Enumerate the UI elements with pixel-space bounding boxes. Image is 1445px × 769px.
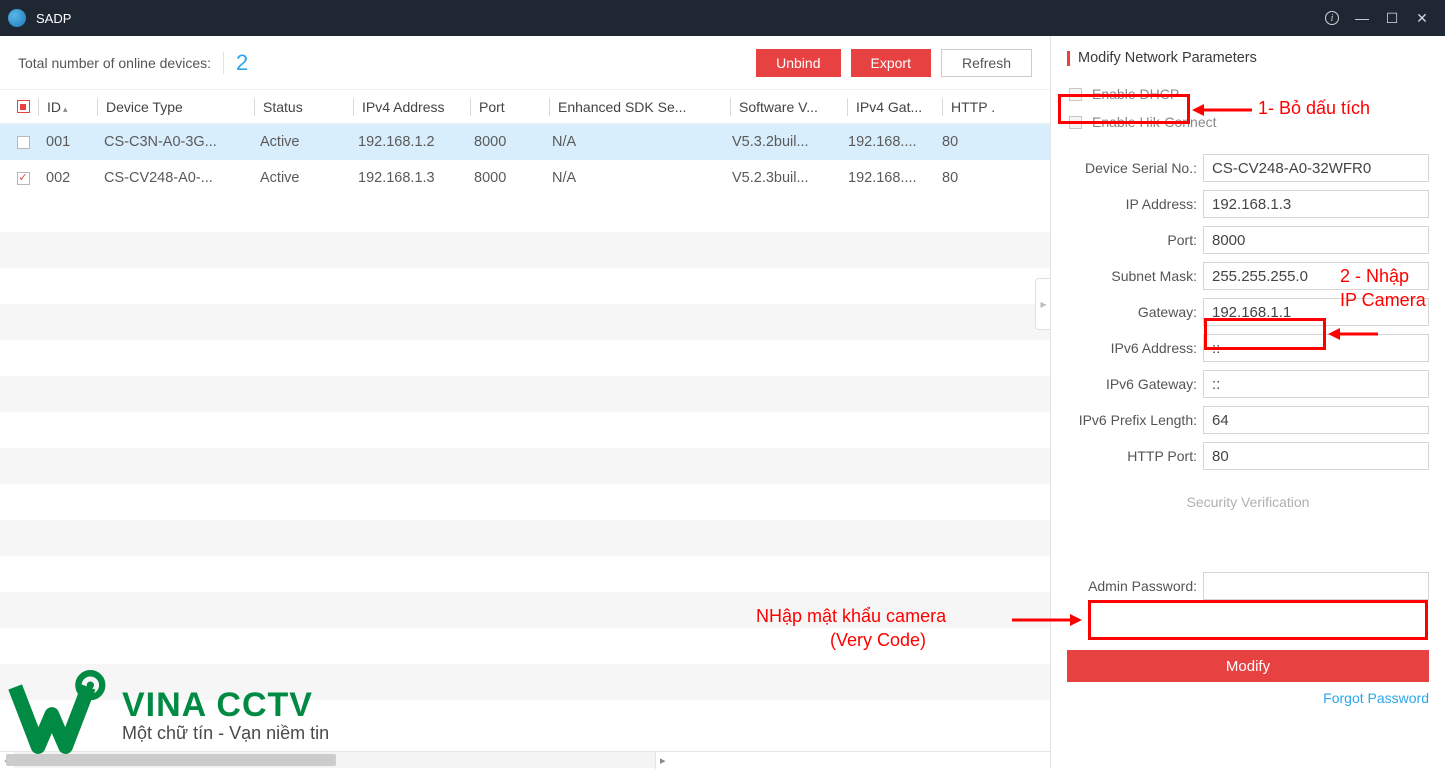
http-input[interactable] (1203, 442, 1429, 470)
serial-input[interactable] (1203, 154, 1429, 182)
total-devices-label: Total number of online devices: (18, 55, 211, 71)
titlebar: SADP i — ☐ ✕ (0, 0, 1445, 36)
ipv6-label: IPv6 Address: (1067, 340, 1203, 356)
subnet-input[interactable] (1203, 262, 1429, 290)
table-row[interactable]: 001 CS-C3N-A0-3G... Active 192.168.1.2 8… (0, 124, 1050, 160)
close-button[interactable]: ✕ (1407, 3, 1437, 33)
ip-label: IP Address: (1067, 196, 1203, 212)
enable-hik-connect-checkbox[interactable]: Enable Hik-Connect (1067, 108, 1429, 136)
gateway-label: Gateway: (1067, 304, 1203, 320)
info-button[interactable]: i (1317, 3, 1347, 33)
header-software[interactable]: Software V... (731, 99, 847, 115)
ipv6len-label: IPv6 Prefix Length: (1067, 412, 1203, 428)
header-device-type[interactable]: Device Type (98, 99, 254, 115)
total-devices-count: 2 (236, 50, 248, 76)
app-name: SADP (36, 11, 71, 26)
minimize-button[interactable]: — (1347, 3, 1377, 33)
app-icon (8, 9, 26, 27)
table-header: ID▴ Device Type Status IPv4 Address Port… (0, 90, 1050, 124)
header-ipv4[interactable]: IPv4 Address (354, 99, 470, 115)
admin-password-input[interactable] (1203, 572, 1429, 600)
header-http[interactable]: HTTP . (943, 99, 1050, 115)
ipv6-input[interactable] (1203, 334, 1429, 362)
port-label: Port: (1067, 232, 1203, 248)
panel-title: Modify Network Parameters (1067, 50, 1429, 66)
row-checkbox[interactable]: ✓ (17, 172, 30, 185)
enable-dhcp-checkbox[interactable]: Enable DHCP (1067, 80, 1429, 108)
subnet-label: Subnet Mask: (1067, 268, 1203, 284)
ip-input[interactable] (1203, 190, 1429, 218)
header-id[interactable]: ID▴ (39, 99, 97, 115)
select-all-checkbox[interactable] (17, 100, 30, 113)
security-verification-label: Security Verification (1067, 494, 1429, 510)
serial-label: Device Serial No.: (1067, 160, 1203, 176)
http-label: HTTP Port: (1067, 448, 1203, 464)
header-port[interactable]: Port (471, 99, 549, 115)
divider (223, 52, 224, 74)
row-checkbox[interactable] (17, 136, 30, 149)
forgot-password-link[interactable]: Forgot Password (1323, 690, 1429, 706)
header-status[interactable]: Status (255, 99, 353, 115)
network-parameters-panel: Modify Network Parameters Enable DHCP En… (1050, 36, 1445, 768)
export-button[interactable]: Export (851, 49, 931, 77)
port-input[interactable] (1203, 226, 1429, 254)
modify-button[interactable]: Modify (1067, 650, 1429, 682)
table-row[interactable]: ✓ 002 CS-CV248-A0-... Active 192.168.1.3… (0, 160, 1050, 196)
maximize-button[interactable]: ☐ (1377, 3, 1407, 33)
toolbar: Total number of online devices: 2 Unbind… (0, 36, 1050, 90)
ipv6gw-input[interactable] (1203, 370, 1429, 398)
gateway-input[interactable] (1203, 298, 1429, 326)
ipv6len-input[interactable] (1203, 406, 1429, 434)
horizontal-scrollbar[interactable]: ◂ ▸ (0, 751, 1050, 768)
panel-expander[interactable]: ▸ (1035, 278, 1050, 330)
device-table: ID▴ Device Type Status IPv4 Address Port… (0, 90, 1050, 751)
ipv6gw-label: IPv6 Gateway: (1067, 376, 1203, 392)
unbind-button[interactable]: Unbind (756, 49, 840, 77)
admin-password-label: Admin Password: (1067, 578, 1203, 594)
header-sdk[interactable]: Enhanced SDK Se... (550, 99, 730, 115)
header-gateway[interactable]: IPv4 Gat... (848, 99, 942, 115)
refresh-button[interactable]: Refresh (941, 49, 1032, 77)
